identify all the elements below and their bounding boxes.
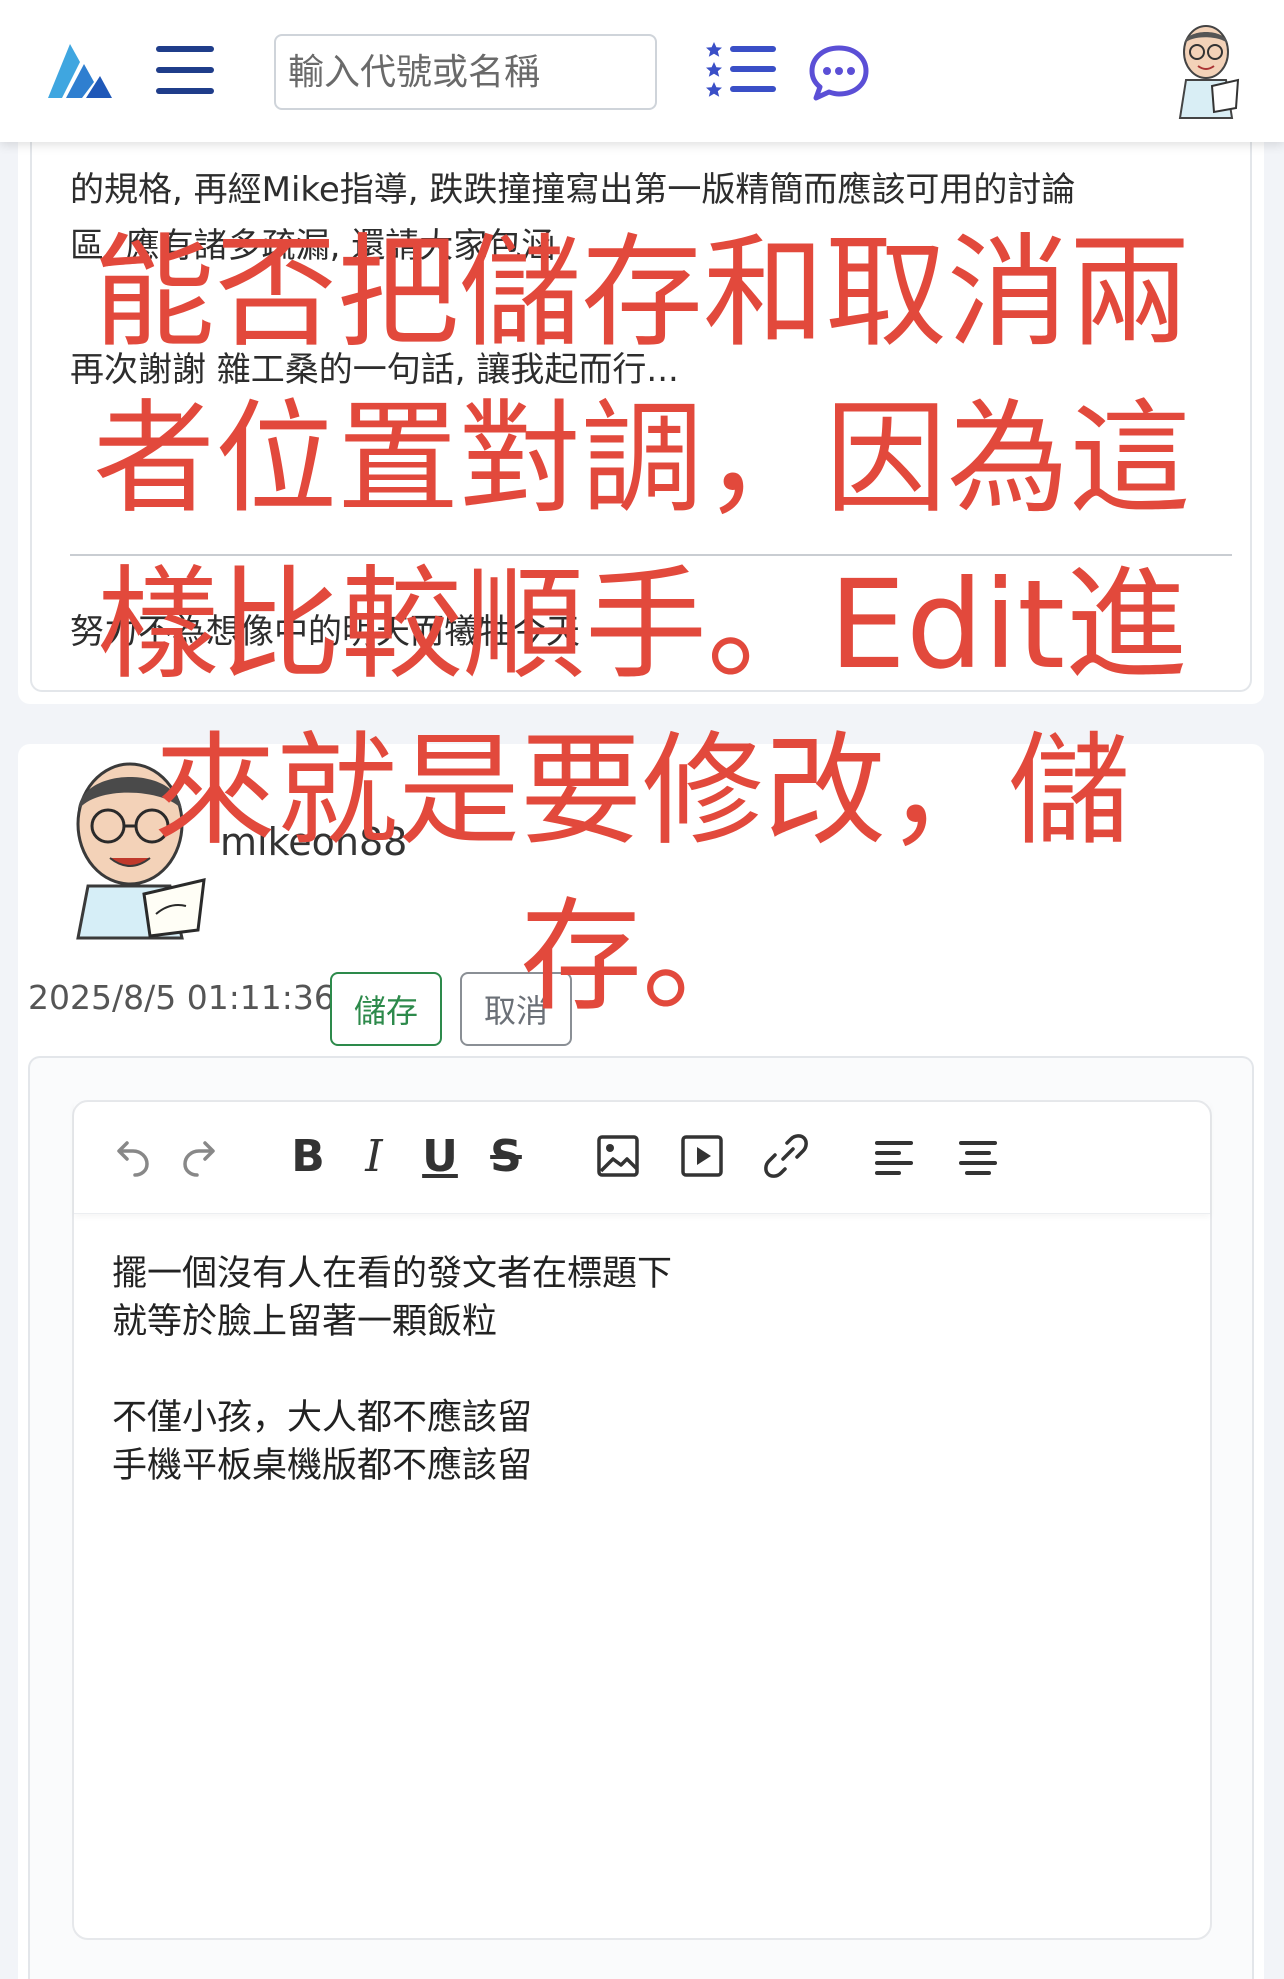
user-avatar[interactable]: [1172, 22, 1244, 120]
insert-video-icon[interactable]: [678, 1132, 726, 1180]
underline-icon[interactable]: U: [416, 1131, 464, 1182]
author-name[interactable]: mikeon88: [220, 820, 407, 864]
italic-icon[interactable]: I: [350, 1131, 398, 1182]
editor-toolbar: B I U S: [74, 1102, 1210, 1214]
save-button[interactable]: 儲存: [330, 972, 442, 1046]
editor-text-line: 手機平板桌機版都不應該留: [112, 1446, 533, 1486]
redo-icon[interactable]: [176, 1132, 224, 1180]
strikethrough-icon[interactable]: S: [482, 1131, 530, 1182]
insert-link-icon[interactable]: [762, 1132, 810, 1180]
post-text-line: 區. 應有諸多疏漏, 還請大家包涵: [70, 226, 556, 266]
editor-text-line: [112, 1346, 672, 1394]
editor-content-area[interactable]: 擺一個沒有人在看的發文者在標題下 就等於臉上留著一顆飯粒 不僅小孩，大人都不應該…: [112, 1250, 672, 1490]
editor-text-line: 擺一個沒有人在看的發文者在標題下: [112, 1254, 673, 1294]
cancel-button[interactable]: 取消: [460, 972, 572, 1046]
insert-image-icon[interactable]: [594, 1132, 642, 1180]
post-signature: 努力不為想像中的明天而犧牲今天: [70, 612, 580, 652]
rich-text-editor: B I U S 擺一個沒有人在看的發文者在標題下 就等於臉上留著一顆飯粒 不僅小…: [72, 1100, 1212, 1940]
author-avatar[interactable]: [58, 754, 208, 940]
align-left-icon[interactable]: [870, 1132, 918, 1180]
chat-bubble-icon[interactable]: [808, 44, 870, 102]
post-text-line: 再次謝謝 雜工桑的一句話, 讓我起而行...: [70, 350, 679, 390]
post-text-line: 的規格, 再經Mike指導, 跌跌撞撞寫出第一版精簡而應該可用的討論: [70, 170, 1076, 210]
signature-divider: [70, 554, 1232, 556]
search-input[interactable]: [274, 34, 657, 110]
bold-icon[interactable]: B: [284, 1131, 332, 1182]
post-timestamp: 2025/8/5 01:11:36: [28, 978, 335, 1017]
editor-container: B I U S 擺一個沒有人在看的發文者在標題下 就等於臉上留著一顆飯粒 不僅小…: [28, 1056, 1254, 1979]
edit-post-card: mikeon88 2025/8/5 01:11:36 儲存 取消 B I U S: [18, 744, 1264, 1979]
editor-text-line: 就等於臉上留著一顆飯粒: [112, 1302, 498, 1342]
logo-icon[interactable]: [44, 40, 116, 102]
previous-post-card: 的規格, 再經Mike指導, 跌跌撞撞寫出第一版精簡而應該可用的討論 區. 應有…: [18, 100, 1264, 704]
undo-icon[interactable]: [108, 1132, 156, 1180]
align-center-icon[interactable]: [954, 1132, 1002, 1180]
star-list-icon[interactable]: [706, 42, 778, 98]
hamburger-menu-icon[interactable]: [156, 46, 214, 94]
top-navigation-bar: [0, 0, 1284, 142]
editor-text-line: 不僅小孩，大人都不應該留: [112, 1398, 533, 1438]
